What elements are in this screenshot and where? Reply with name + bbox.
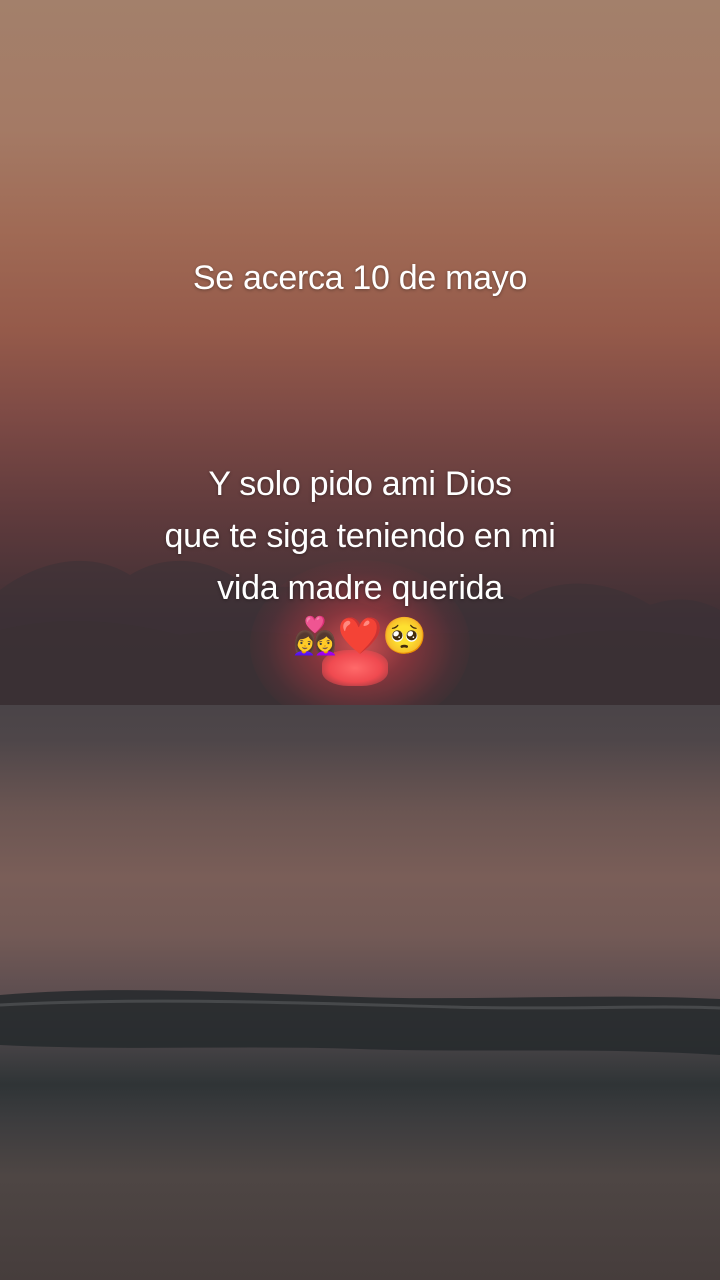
- message-text: Y solo pido ami Dios que te siga teniend…: [0, 458, 720, 614]
- message-line-3: vida madre querida: [217, 569, 503, 607]
- message-line-2: que te siga teniendo en mi: [164, 517, 556, 555]
- breaking-wave: [0, 990, 720, 1055]
- red-heart-icon: ❤️: [337, 616, 383, 657]
- message-line-1: Y solo pido ami Dios: [208, 465, 512, 503]
- sunset-background: Se acerca 10 de mayo Y solo pido ami Dio…: [0, 0, 720, 1280]
- pleading-face-icon: 🥺: [382, 616, 428, 657]
- couple-with-heart-icon: 👩‍❤️‍👩: [292, 616, 338, 657]
- headline-text: Se acerca 10 de mayo: [192, 259, 528, 297]
- emoji-row: 👩‍❤️‍👩❤️🥺: [0, 612, 720, 662]
